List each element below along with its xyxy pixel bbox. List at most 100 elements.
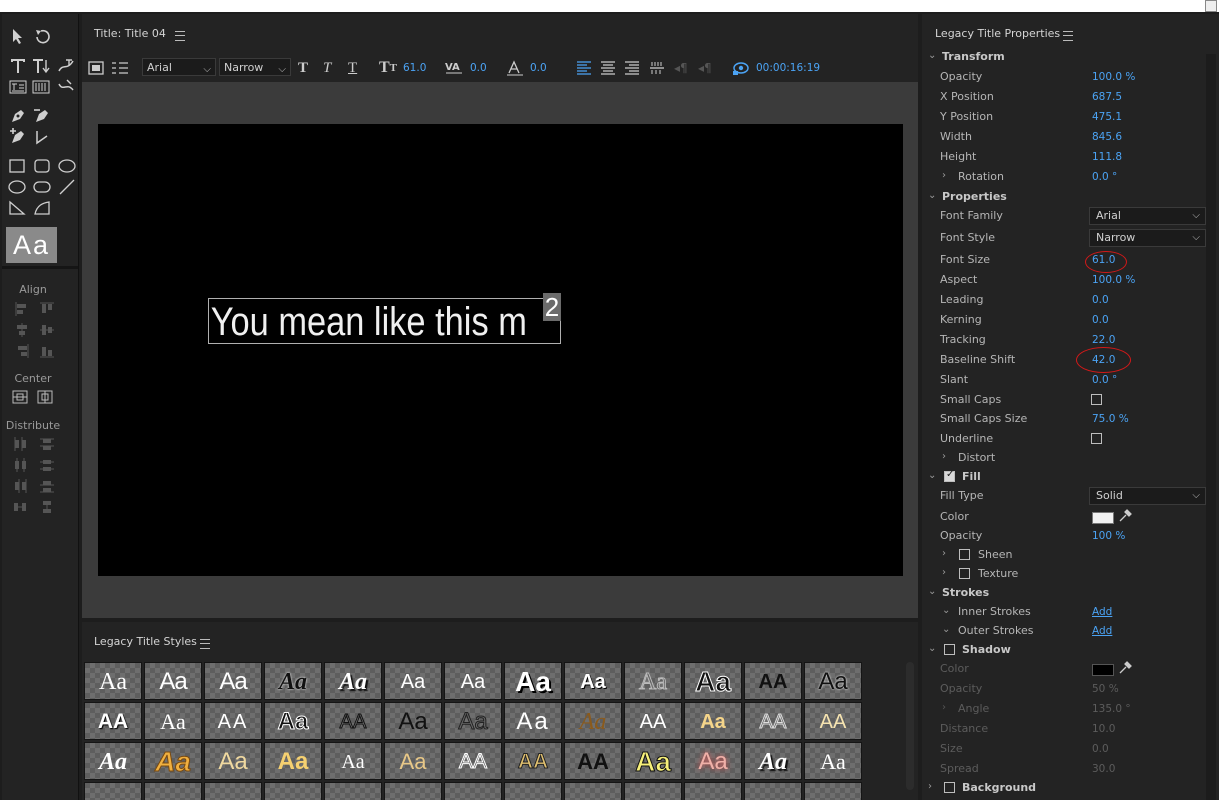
font-family-dropdown[interactable]: Arial ⌵ xyxy=(1089,207,1206,225)
distribute-bottom-icon[interactable] xyxy=(39,478,55,494)
styles-tab[interactable]: Legacy Title Styles xyxy=(94,635,197,648)
underline-checkbox[interactable] xyxy=(1091,433,1102,444)
style-swatch[interactable] xyxy=(564,782,622,800)
style-swatch[interactable]: Aa xyxy=(144,662,202,700)
align-top-icon[interactable] xyxy=(39,301,55,317)
properties-scrollbar[interactable] xyxy=(1206,54,1216,800)
tab-stops-icon[interactable] xyxy=(111,60,129,76)
x-position-value[interactable]: 687.5 xyxy=(1092,91,1122,103)
background-video-icon[interactable] xyxy=(88,60,104,76)
eyedropper-icon[interactable] xyxy=(1118,509,1132,523)
style-swatch[interactable]: Aa xyxy=(384,742,442,780)
kerning-value[interactable]: 0.0 xyxy=(470,60,487,76)
style-swatch[interactable]: Aa xyxy=(624,662,682,700)
vertical-area-type-tool-icon[interactable] xyxy=(31,77,51,97)
rounded-rectangle-tool-icon[interactable] xyxy=(32,156,52,176)
distribute-even-h-icon[interactable] xyxy=(12,499,28,515)
shadow-color-swatch[interactable] xyxy=(1092,664,1114,676)
properties-menu-icon[interactable] xyxy=(1063,31,1073,41)
style-swatch[interactable]: AA xyxy=(504,742,562,780)
tracking-value[interactable]: 22.0 xyxy=(1092,334,1115,346)
style-swatch[interactable]: Aa xyxy=(384,662,442,700)
clipped-corner-rectangle-tool-icon[interactable] xyxy=(57,156,77,176)
align-center-text-icon[interactable] xyxy=(600,60,616,76)
properties-section[interactable]: ⌄ Properties xyxy=(922,188,1219,206)
title-canvas[interactable]: You mean like this m 2 xyxy=(98,124,903,576)
style-swatch[interactable] xyxy=(84,782,142,800)
style-swatch[interactable]: AA xyxy=(84,702,142,740)
italic-icon[interactable]: T xyxy=(323,60,331,76)
style-swatch[interactable]: Aa xyxy=(324,662,382,700)
small-caps-checkbox[interactable] xyxy=(1091,394,1102,405)
style-swatch[interactable]: Aa xyxy=(444,702,502,740)
align-left-icon[interactable] xyxy=(14,301,30,317)
style-swatch[interactable] xyxy=(204,782,262,800)
style-swatch[interactable]: Aa xyxy=(384,702,442,740)
underline-icon[interactable]: T xyxy=(348,60,357,76)
sheen-checkbox[interactable] xyxy=(959,549,970,560)
arc-tool-icon[interactable] xyxy=(32,198,52,218)
font-style-dropdown[interactable]: Narrow ⌵ xyxy=(1089,229,1206,247)
height-value[interactable]: 111.8 xyxy=(1092,151,1122,163)
show-video-icon[interactable] xyxy=(732,60,750,76)
center-vertical-icon[interactable] xyxy=(37,389,53,405)
style-swatch[interactable]: AA xyxy=(444,742,502,780)
font-size-value[interactable]: 61.0 xyxy=(403,60,426,76)
transform-section[interactable]: ⌄ Transform xyxy=(922,48,1219,66)
distribute-left-icon[interactable] xyxy=(12,436,28,452)
align-horizontal-center-icon[interactable] xyxy=(14,322,30,338)
fill-color-swatch[interactable] xyxy=(1092,512,1114,524)
align-vertical-center-icon[interactable] xyxy=(39,322,55,338)
style-swatch[interactable]: Aa xyxy=(804,662,862,700)
styles-scrollbar[interactable] xyxy=(906,662,914,790)
align-right-text-icon[interactable] xyxy=(624,60,640,76)
style-swatch[interactable] xyxy=(744,782,802,800)
wedge-tool-icon[interactable] xyxy=(7,198,27,218)
style-swatch[interactable]: Aa xyxy=(504,662,562,700)
delete-anchor-point-tool-icon[interactable] xyxy=(32,106,52,126)
convert-anchor-point-tool-icon[interactable] xyxy=(32,127,52,147)
distribute-center-h-icon[interactable] xyxy=(12,457,28,473)
style-swatch[interactable]: Aa xyxy=(684,662,742,700)
font-family-dropdown[interactable]: Arial ⌵ xyxy=(142,58,216,76)
background-section[interactable]: › Background xyxy=(922,779,1219,797)
justify-icon[interactable] xyxy=(649,60,665,76)
fill-checkbox[interactable] xyxy=(944,469,955,482)
fill-opacity-value[interactable]: 100 % xyxy=(1092,530,1125,542)
distort-row[interactable]: › Distort xyxy=(922,449,1219,467)
type-tool-icon[interactable] xyxy=(8,56,28,76)
selection-tool-icon[interactable] xyxy=(8,26,28,46)
style-swatch[interactable]: Aa xyxy=(84,662,142,700)
opacity-value[interactable]: 100.0 % xyxy=(1092,71,1135,83)
fill-section[interactable]: ⌄ Fill xyxy=(922,468,1219,486)
leading-value[interactable]: 0.0 xyxy=(1092,294,1109,306)
title-panel-menu-icon[interactable] xyxy=(175,31,185,41)
add-anchor-point-tool-icon[interactable] xyxy=(8,127,28,147)
style-swatch[interactable]: AA xyxy=(744,662,802,700)
style-swatch[interactable]: Aa xyxy=(804,742,862,780)
style-swatch[interactable]: AA xyxy=(804,702,862,740)
style-swatch[interactable]: Aa xyxy=(624,742,682,780)
align-left-text-icon[interactable] xyxy=(576,60,592,76)
style-swatch[interactable]: AA xyxy=(744,702,802,740)
texture-checkbox[interactable] xyxy=(959,568,970,579)
style-swatch[interactable] xyxy=(444,782,502,800)
slant-value[interactable]: 0.0 ° xyxy=(1092,374,1117,386)
align-bottom-icon[interactable] xyxy=(39,343,55,359)
style-swatch[interactable] xyxy=(384,782,442,800)
style-swatch[interactable]: Aa xyxy=(84,742,142,780)
distribute-top-icon[interactable] xyxy=(39,436,55,452)
style-swatch[interactable]: AA xyxy=(324,702,382,740)
style-swatch[interactable]: AA xyxy=(624,702,682,740)
strokes-section[interactable]: ⌄ Strokes xyxy=(922,584,1219,602)
style-swatch[interactable]: Aa xyxy=(684,742,742,780)
font-style-dropdown[interactable]: Narrow ⌵ xyxy=(219,58,291,76)
distribute-even-v-icon[interactable] xyxy=(39,499,55,515)
style-swatch[interactable]: Aa xyxy=(744,742,802,780)
properties-title[interactable]: Legacy Title Properties xyxy=(935,27,1060,40)
style-swatch[interactable] xyxy=(804,782,862,800)
style-swatch[interactable] xyxy=(144,782,202,800)
add-outer-stroke-link[interactable]: Add xyxy=(1092,625,1112,637)
styles-panel-menu-icon[interactable] xyxy=(200,639,210,649)
width-value[interactable]: 845.6 xyxy=(1092,131,1122,143)
